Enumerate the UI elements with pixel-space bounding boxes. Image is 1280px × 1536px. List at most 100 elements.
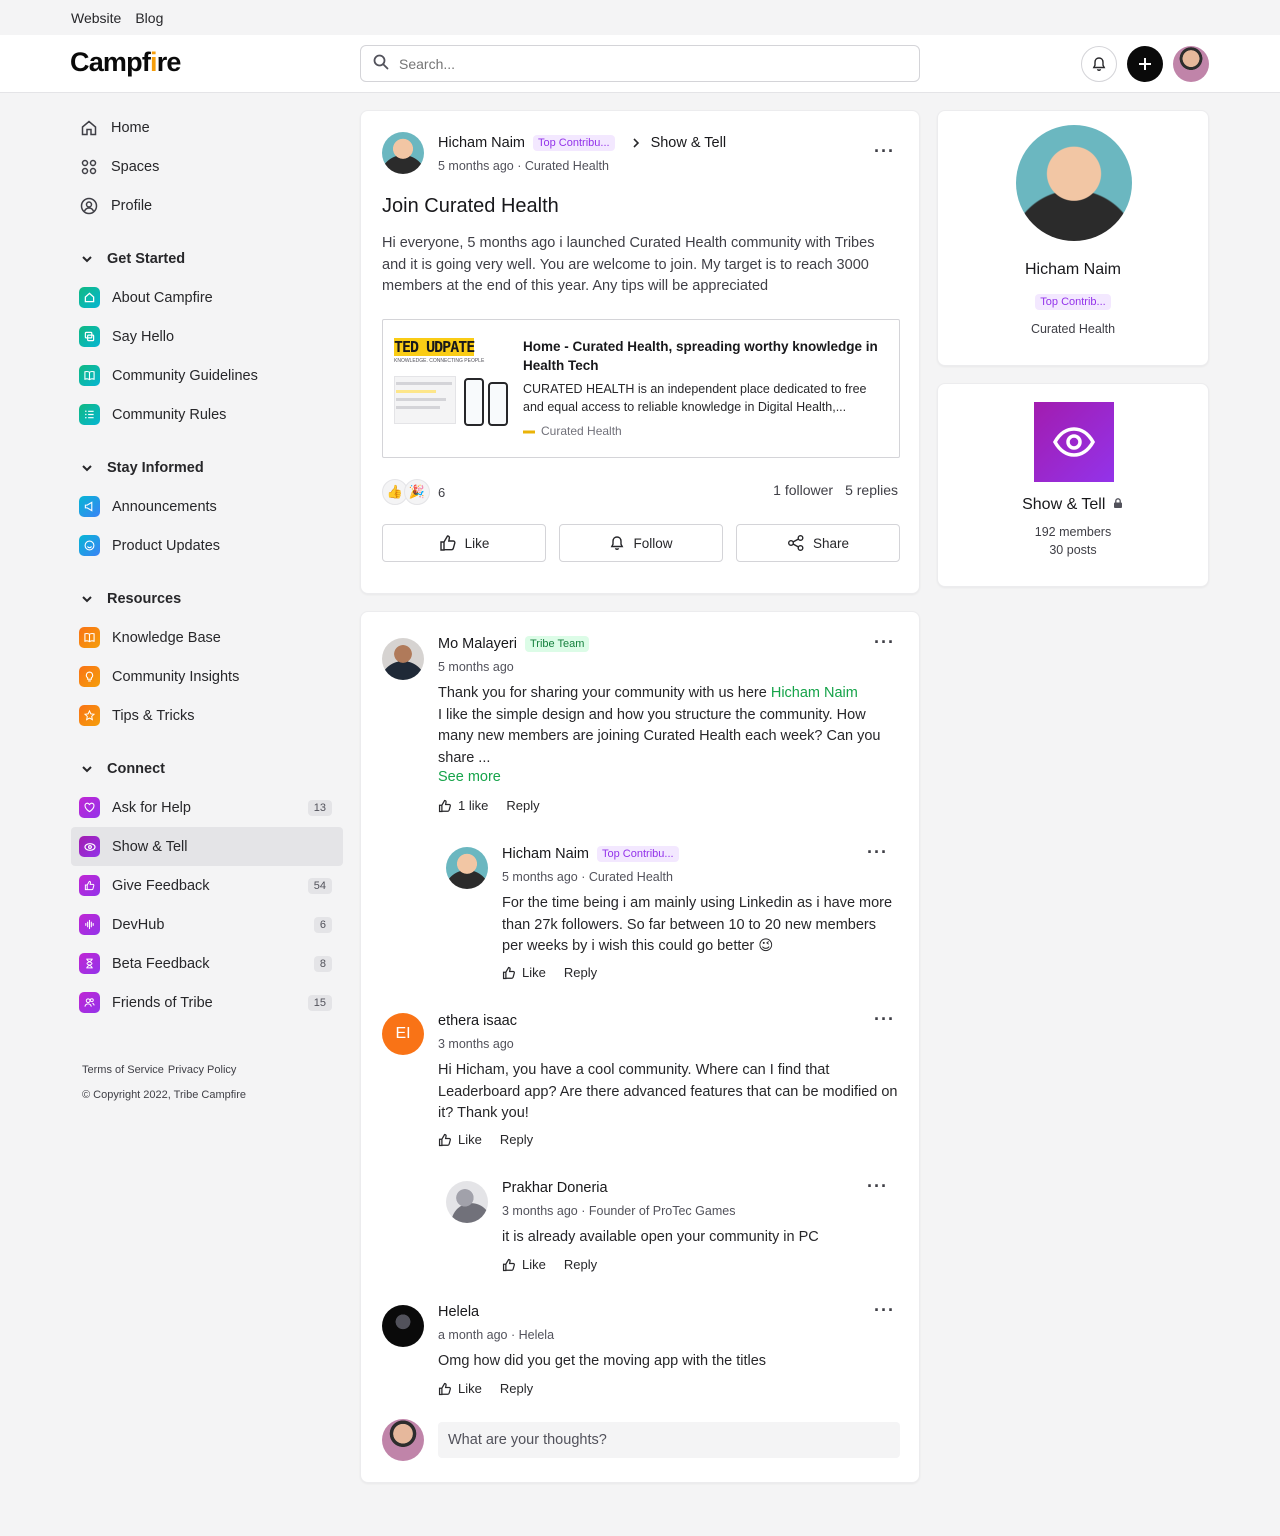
post-meta: 5 months ago · Curated Health: [438, 159, 609, 173]
more-options-icon[interactable]: ···: [874, 1300, 895, 1321]
reply-input[interactable]: What are your thoughts?: [438, 1422, 900, 1458]
item-count: 6: [313, 916, 332, 933]
commenter-name[interactable]: Prakhar Doneria: [502, 1180, 608, 1196]
section-title: Resources: [107, 590, 182, 607]
commenter-avatar[interactable]: EI: [382, 1013, 424, 1055]
blog-link[interactable]: Blog: [135, 10, 163, 26]
home-icon: [79, 118, 99, 138]
comment-meta: 3 months ago: [438, 1037, 514, 1051]
commenter-name[interactable]: Hicham Naim: [502, 846, 589, 862]
commenter-avatar[interactable]: [382, 638, 424, 680]
like-button[interactable]: Like: [382, 524, 546, 562]
commenter-avatar[interactable]: [446, 1181, 488, 1223]
reply-button[interactable]: Reply: [500, 1381, 533, 1396]
chat-icon: [79, 326, 100, 347]
author-avatar[interactable]: [382, 132, 424, 174]
more-options-icon[interactable]: ···: [867, 842, 888, 863]
campfire-logo[interactable]: Campfire: [70, 47, 181, 78]
sidebar-item-knowledge-base[interactable]: Knowledge Base: [71, 618, 343, 657]
sidebar-item-community-guidelines[interactable]: Community Guidelines: [71, 356, 343, 395]
user-avatar[interactable]: [1173, 46, 1209, 82]
sidebar-item-devhub[interactable]: DevHub 6: [71, 905, 343, 944]
section-title: Connect: [107, 760, 165, 777]
reactions[interactable]: 👍 🎉 6: [382, 479, 445, 505]
space-name[interactable]: Show & Tell: [938, 496, 1208, 514]
more-options-icon[interactable]: ···: [874, 141, 895, 162]
comment-meta: a month ago · Helela: [438, 1328, 555, 1342]
post-space-link[interactable]: Show & Tell: [651, 135, 727, 151]
sidebar-item-about-campfire[interactable]: About Campfire: [71, 278, 343, 317]
section-get-started[interactable]: Get Started: [71, 239, 343, 278]
sidebar-item-friends-of-tribe[interactable]: Friends of Tribe 15: [71, 983, 343, 1022]
reply-button[interactable]: Reply: [506, 798, 539, 813]
sidebar-item-tips-tricks[interactable]: Tips & Tricks: [71, 696, 343, 735]
see-more-link[interactable]: See more: [438, 769, 501, 785]
sidebar-item-profile[interactable]: Profile: [71, 186, 343, 225]
sidebar-item-community-insights[interactable]: Community Insights: [71, 657, 343, 696]
section-connect[interactable]: Connect: [71, 749, 343, 788]
notifications-button[interactable]: [1081, 46, 1117, 82]
more-options-icon[interactable]: ···: [867, 1176, 888, 1197]
sidebar-item-give-feedback[interactable]: Give Feedback 54: [71, 866, 343, 905]
terms-link[interactable]: Terms of Service: [82, 1064, 164, 1076]
followers-count[interactable]: 1 follower: [773, 482, 833, 498]
like-comment-button[interactable]: Like: [438, 1132, 482, 1147]
reply-button[interactable]: Reply: [564, 965, 597, 980]
section-stay-informed[interactable]: Stay Informed: [71, 448, 343, 487]
sidebar-item-beta-feedback[interactable]: Beta Feedback 8: [71, 944, 343, 983]
link-preview[interactable]: TED UDPATE KNOWLEDGE. CONNECTING PEOPLE …: [382, 319, 900, 458]
reaction-count: 6: [438, 484, 446, 500]
like-comment-button[interactable]: Like: [502, 965, 546, 980]
space-logo[interactable]: [1034, 402, 1114, 482]
commenter-name[interactable]: ethera isaac: [438, 1013, 517, 1029]
thumb-title: TED UDPATE: [394, 338, 475, 356]
privacy-link[interactable]: Privacy Policy: [168, 1064, 236, 1076]
mention-link[interactable]: Hicham Naim: [771, 685, 858, 701]
website-link[interactable]: Website: [71, 10, 121, 26]
house-icon: [79, 287, 100, 308]
profile-subtitle: Curated Health: [1030, 322, 1116, 336]
comment-text: Thank you for sharing your community wit…: [438, 683, 898, 769]
more-options-icon[interactable]: ···: [874, 632, 895, 653]
follow-button[interactable]: Follow: [559, 524, 723, 562]
profile-avatar[interactable]: [1016, 125, 1132, 241]
sidebar-item-label: Show & Tell: [112, 838, 188, 855]
commenter-name[interactable]: Helela: [438, 1304, 479, 1320]
reply-button[interactable]: Reply: [564, 1257, 597, 1272]
profile-badge: Top Contrib...: [1035, 294, 1111, 310]
heart-icon: [79, 797, 100, 818]
reply-button[interactable]: Reply: [500, 1132, 533, 1147]
sidebar-item-label: Beta Feedback: [112, 955, 210, 972]
top-strip: Website Blog: [0, 0, 1280, 35]
sidebar-item-say-hello[interactable]: Say Hello: [71, 317, 343, 356]
sidebar-item-show-and-tell[interactable]: Show & Tell: [71, 827, 343, 866]
search-input[interactable]: [399, 55, 879, 72]
space-card: Show & Tell 192 members 30 posts: [937, 383, 1209, 587]
sidebar-item-ask-for-help[interactable]: Ask for Help 13: [71, 788, 343, 827]
commenter-name[interactable]: Mo Malayeri: [438, 636, 517, 652]
replies-count[interactable]: 5 replies: [845, 482, 898, 498]
like-comment-button[interactable]: Like: [438, 1381, 482, 1396]
sidebar-item-announcements[interactable]: Announcements: [71, 487, 343, 526]
thumbs-up-icon: [79, 875, 100, 896]
sidebar-item-community-rules[interactable]: Community Rules: [71, 395, 343, 434]
more-options-icon[interactable]: ···: [874, 1009, 895, 1030]
follow-label: Follow: [633, 535, 673, 551]
section-resources[interactable]: Resources: [71, 579, 343, 618]
create-button[interactable]: [1127, 46, 1163, 82]
commenter-avatar[interactable]: [446, 847, 488, 889]
commenter-avatar[interactable]: [382, 1305, 424, 1347]
share-button[interactable]: Share: [736, 524, 900, 562]
author-name[interactable]: Hicham Naim: [438, 135, 525, 151]
comment-text: For the time being i am mainly using Lin…: [502, 895, 893, 954]
profile-name[interactable]: Hicham Naim: [938, 261, 1208, 279]
comment-meta: 3 months ago · Founder of ProTec Games: [502, 1204, 736, 1218]
sidebar-item-spaces[interactable]: Spaces: [71, 147, 343, 186]
sidebar-item-label: Profile: [111, 197, 153, 214]
like-comment-button[interactable]: 1 like: [438, 798, 488, 813]
search-box[interactable]: [360, 45, 920, 82]
like-comment-button[interactable]: Like: [502, 1257, 546, 1272]
sidebar-item-product-updates[interactable]: Product Updates: [71, 526, 343, 565]
likes-count: 1 like: [458, 798, 489, 813]
sidebar-item-home[interactable]: Home: [71, 108, 343, 147]
